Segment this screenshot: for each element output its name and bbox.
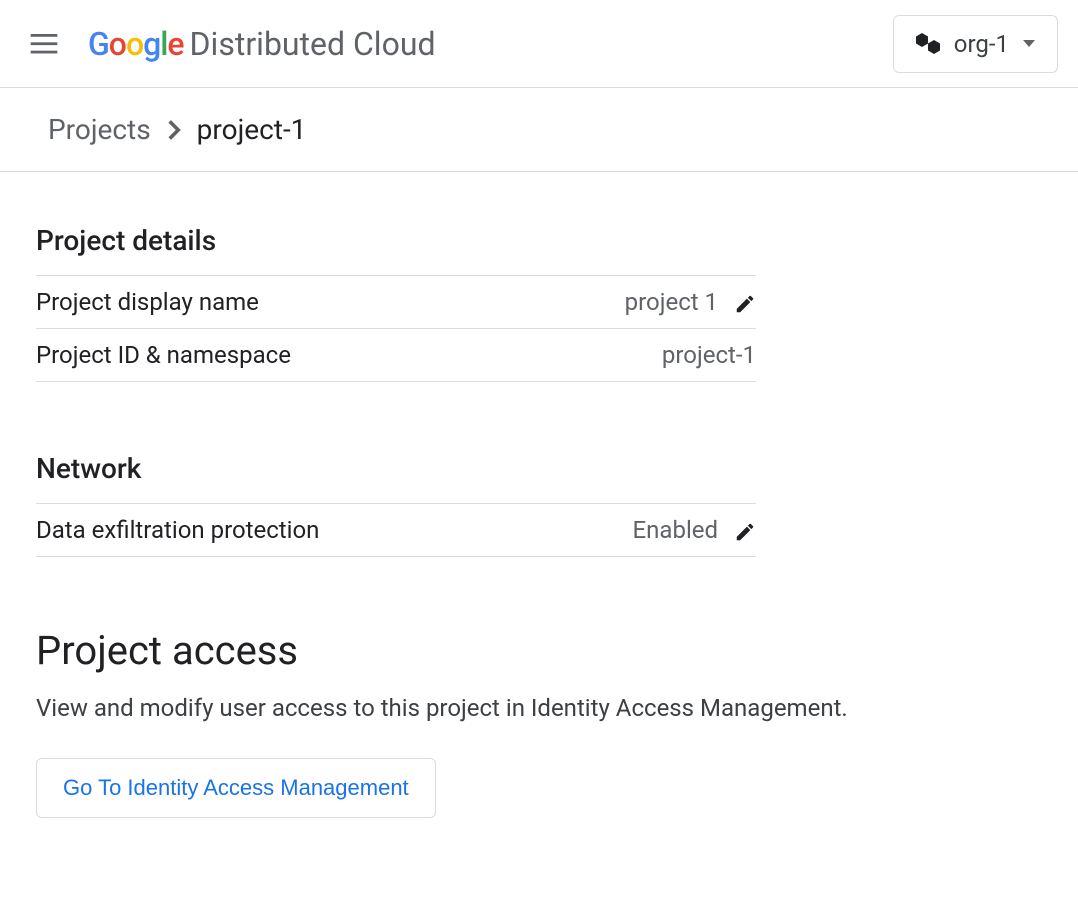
- breadcrumb-parent-link[interactable]: Projects: [48, 113, 151, 146]
- project-access-description: View and modify user access to this proj…: [36, 694, 1042, 722]
- org-name: org-1: [954, 30, 1009, 58]
- network-heading: Network: [36, 452, 1042, 485]
- main-content: Project details Project display name pro…: [0, 172, 1078, 870]
- row-value: Enabled: [633, 516, 719, 544]
- org-selector[interactable]: org-1: [893, 15, 1058, 73]
- edit-display-name-button[interactable]: [734, 293, 756, 315]
- header-bar: Google Distributed Cloud org-1: [0, 0, 1078, 88]
- row-value-cell: project 1: [511, 276, 756, 329]
- breadcrumb: Projects project-1: [0, 88, 1078, 172]
- project-details-table: Project display name project 1 Project I…: [36, 275, 756, 382]
- breadcrumb-current: project-1: [197, 113, 307, 146]
- chevron-right-icon: [167, 120, 181, 140]
- network-table: Data exfiltration protection Enabled: [36, 503, 756, 557]
- row-value-cell: Enabled: [538, 504, 757, 557]
- hamburger-menu-button[interactable]: [20, 24, 68, 64]
- org-icon: [916, 33, 940, 55]
- google-logo: Google: [88, 25, 184, 63]
- row-value: project-1: [511, 329, 756, 382]
- row-value: project 1: [625, 288, 718, 316]
- product-name: Distributed Cloud: [190, 25, 436, 63]
- table-row: Project ID & namespace project-1: [36, 329, 756, 382]
- project-details-heading: Project details: [36, 224, 1042, 257]
- table-row: Project display name project 1: [36, 276, 756, 329]
- pencil-icon: [734, 521, 756, 543]
- hamburger-icon: [30, 34, 58, 54]
- chevron-down-icon: [1023, 40, 1035, 47]
- pencil-icon: [734, 293, 756, 315]
- row-label: Project ID & namespace: [36, 329, 511, 382]
- row-label: Data exfiltration protection: [36, 504, 538, 557]
- project-access-heading: Project access: [36, 627, 1042, 674]
- go-to-iam-button[interactable]: Go To Identity Access Management: [36, 758, 436, 818]
- logo-area: Google Distributed Cloud: [88, 25, 893, 63]
- row-label: Project display name: [36, 276, 511, 329]
- edit-network-button[interactable]: [734, 521, 756, 543]
- table-row: Data exfiltration protection Enabled: [36, 504, 756, 557]
